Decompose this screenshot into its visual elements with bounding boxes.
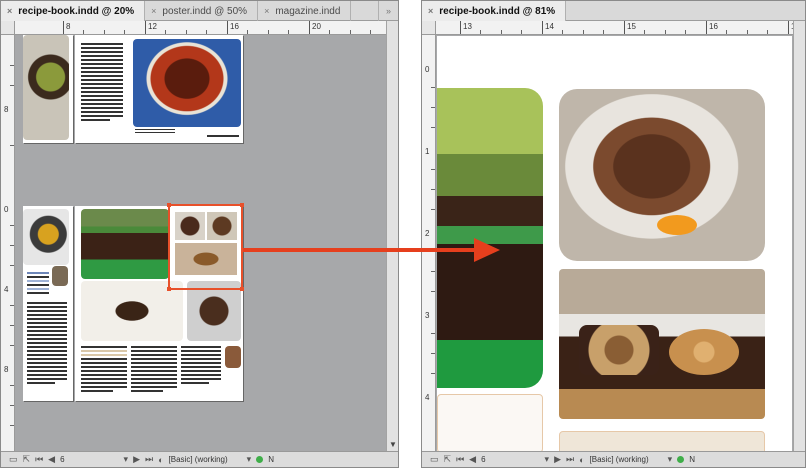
status-bar: ▭ ⇱ ⏮ ◀ 6 ▾ ▶ ⏭ ◐ [Basic] (working) ▾ N [422,451,805,467]
document-window-zoomed-out: × recipe-book.indd @ 20% × poster.indd @… [0,0,399,468]
tab-recipe-book[interactable]: × recipe-book.indd @ 20% [1,1,146,21]
vertical-scrollbar[interactable]: ▼ [386,21,398,451]
text-frame[interactable] [81,346,127,394]
image-frame[interactable] [23,209,69,265]
last-page-icon[interactable]: ⏭ [566,454,574,465]
preflight-status-icon [256,456,264,463]
ruler-origin[interactable] [1,21,15,35]
text-frame[interactable] [131,346,177,394]
tab-label: poster.indd @ 50% [162,5,248,17]
horizontal-ruler[interactable]: 13 14 15 16 17 [436,21,793,35]
ruler-number: 14 [545,22,554,31]
page-dropdown-icon[interactable]: ▾ [545,454,550,465]
ruler-number: 20 [312,22,321,31]
ruler-number: 0 [425,65,430,74]
image-frame[interactable] [187,281,241,341]
page-number-field[interactable]: 6 [60,455,64,464]
prev-page-icon[interactable]: ◀ [48,454,55,465]
preflight-profile[interactable]: [Basic] (working) [169,455,228,464]
document-tab-bar: × recipe-book.indd @ 20% × poster.indd @… [1,1,398,21]
text-frame[interactable] [135,129,175,135]
selection-frame[interactable] [167,203,244,291]
close-icon[interactable]: × [428,6,433,16]
first-page-icon[interactable]: ⏮ [456,454,464,465]
page-right-upper[interactable] [75,35,243,143]
page-number-field[interactable]: 6 [481,455,485,464]
status-bar: ▭ ⇱ ⏮ ◀ 6 ▾ ▶ ⏭ ◐ [Basic] (working) ▾ N [1,451,398,467]
image-frame[interactable] [52,266,68,286]
double-chevron-right-icon: » [385,6,391,16]
scroll-down-icon[interactable]: ▼ [389,440,397,449]
horizontal-ruler[interactable]: 8 12 16 20 [15,21,386,35]
image-frame[interactable] [559,89,765,261]
preflight-profile[interactable]: [Basic] (working) [590,455,649,464]
vertical-ruler[interactable]: 8 0 4 8 [1,35,15,451]
close-icon[interactable]: × [7,6,12,16]
ruler-number: 12 [148,22,157,31]
ruler-number: 4 [425,393,430,402]
tab-label: magazine.indd [275,5,341,17]
close-icon[interactable]: × [264,6,269,16]
ruler-number: 8 [4,105,9,114]
rule [207,135,239,137]
error-count: N [268,455,274,464]
profile-dropdown-icon[interactable]: ▾ [247,454,252,465]
image-frame[interactable] [133,39,241,127]
ruler-number: 8 [4,365,9,374]
ruler-number: 0 [4,205,9,214]
empty-frame[interactable] [437,394,543,453]
ruler-number: 16 [230,22,239,31]
page-left-lower[interactable] [23,206,73,401]
ruler-number: 8 [66,22,71,31]
image-frame[interactable] [559,431,765,453]
close-icon[interactable]: × [151,6,156,16]
tab-poster[interactable]: × poster.indd @ 50% [145,1,259,21]
ruler-number: 1 [425,147,430,156]
document-window-zoomed-in: × recipe-book.indd @ 81% 13 14 15 16 17 … [421,0,806,468]
page-left-upper[interactable] [23,35,73,143]
preflight-status-icon [677,456,685,463]
text-frame[interactable] [27,302,67,386]
next-page-icon[interactable]: ▶ [554,454,561,465]
prev-page-icon[interactable]: ◀ [469,454,476,465]
image-frame[interactable] [225,346,241,368]
ruler-number: 3 [425,311,430,320]
ruler-number: 16 [709,22,718,31]
ruler-number: 13 [463,22,472,31]
tab-recipe-book[interactable]: × recipe-book.indd @ 81% [422,1,567,21]
last-page-icon[interactable]: ⏭ [145,454,153,465]
ruler-origin[interactable] [422,21,436,35]
page-dropdown-icon[interactable]: ▾ [124,454,129,465]
text-frame[interactable] [81,43,123,123]
vertical-ruler[interactable]: 0 1 2 3 4 [422,35,436,451]
document-tab-bar: × recipe-book.indd @ 81% [422,1,805,21]
next-page-icon[interactable]: ▶ [133,454,140,465]
layout-icon[interactable]: ▭ [9,454,18,465]
export-icon[interactable]: ⇱ [23,454,31,465]
error-count: N [689,455,695,464]
image-frame[interactable] [23,35,69,140]
arrow-head-icon [474,238,500,262]
first-page-icon[interactable]: ⏮ [35,454,43,465]
image-frame[interactable] [81,209,169,279]
ruler-number: 2 [425,229,430,238]
zoom-callout-arrow [243,248,475,252]
preflight-icon[interactable]: ◐ [579,455,584,465]
text-frame[interactable] [181,346,221,386]
export-icon[interactable]: ⇱ [444,454,452,465]
ruler-number: 15 [627,22,636,31]
profile-dropdown-icon[interactable]: ▾ [668,454,673,465]
more-tabs-button[interactable]: » [378,1,398,21]
ruler-number: 4 [4,285,9,294]
tab-label: recipe-book.indd @ 20% [18,5,135,17]
tab-magazine[interactable]: × magazine.indd [258,1,352,21]
preflight-icon[interactable]: ◐ [158,455,163,465]
image-frame[interactable] [559,269,765,419]
vertical-scrollbar[interactable] [793,21,805,451]
text-frame[interactable] [27,272,49,296]
tab-label: recipe-book.indd @ 81% [439,5,556,17]
layout-icon[interactable]: ▭ [430,454,439,465]
